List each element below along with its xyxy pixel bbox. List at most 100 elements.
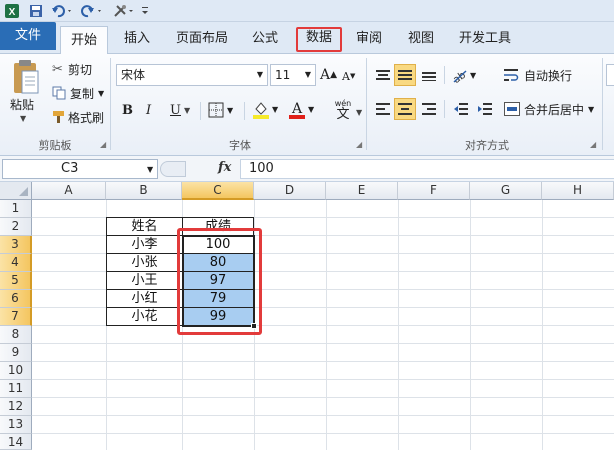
name-box[interactable]: C3 ▼ xyxy=(2,159,158,179)
paste-icon[interactable] xyxy=(6,58,42,98)
row-header-1[interactable]: 1 xyxy=(0,200,32,218)
select-all-corner[interactable] xyxy=(0,182,32,200)
fill-color-button[interactable]: ▼ xyxy=(252,98,278,120)
font-name-dropdown-icon[interactable]: ▼ xyxy=(257,65,263,85)
column-header-h[interactable]: H xyxy=(542,182,614,200)
phonetic-dropdown-icon[interactable]: ▼ xyxy=(356,108,362,117)
insert-function-button[interactable]: fx xyxy=(218,160,231,175)
font-size-select[interactable]: 11 ▼ xyxy=(270,64,316,86)
table-cell-name[interactable]: 小张 xyxy=(107,254,182,272)
wrap-text-button[interactable]: 自动换行 xyxy=(504,66,572,84)
tab-view[interactable]: 视图 xyxy=(400,28,442,50)
font-name-select[interactable]: 宋体 ▼ xyxy=(116,64,268,86)
tab-data[interactable]: 数据 xyxy=(296,27,342,52)
align-right-icon[interactable] xyxy=(420,100,438,118)
bottom-align-icon[interactable] xyxy=(420,66,438,84)
row-header-6[interactable]: 6 xyxy=(0,290,32,308)
top-align-icon[interactable] xyxy=(374,66,392,84)
spreadsheet-grid[interactable]: A B C D E F G H 1 2 3 4 5 6 7 8 9 10 11 … xyxy=(0,182,614,450)
align-left-icon[interactable] xyxy=(374,100,392,118)
font-size-dropdown-icon[interactable]: ▼ xyxy=(305,65,311,85)
row-header-11[interactable]: 11 xyxy=(0,380,32,398)
save-icon[interactable] xyxy=(28,3,44,19)
paste-dropdown-icon[interactable]: ▼ xyxy=(20,114,26,123)
tab-home[interactable]: 开始 xyxy=(60,26,108,55)
undo-icon[interactable] xyxy=(50,3,74,19)
divider xyxy=(244,102,245,120)
column-header-d[interactable]: D xyxy=(254,182,326,200)
clipboard-launcher-icon[interactable]: ◢ xyxy=(100,140,106,149)
column-header-a[interactable]: A xyxy=(32,182,106,200)
formula-input[interactable]: 100 xyxy=(240,159,614,179)
name-box-dropdown-icon[interactable]: ▼ xyxy=(147,161,153,179)
ribbon: 粘贴 ▼ ✂ 剪切 复制 ▼ 格式刷 剪贴板 ◢ 宋体 ▼ 11 ▼ A ▲ A ▼… xyxy=(0,54,614,156)
decrease-indent-icon[interactable] xyxy=(452,100,470,118)
increase-indent-icon[interactable] xyxy=(476,100,494,118)
table-header-name[interactable]: 姓名 xyxy=(107,218,182,236)
gridline xyxy=(32,397,614,398)
border-button[interactable]: ▼ xyxy=(208,100,233,120)
middle-align-icon[interactable] xyxy=(394,64,416,86)
tab-review[interactable]: 审阅 xyxy=(348,28,390,50)
row-header-14[interactable]: 14 xyxy=(0,434,32,450)
redo-icon[interactable] xyxy=(80,3,104,19)
table-cell-name[interactable]: 小花 xyxy=(107,308,182,326)
fill-color-dropdown-icon[interactable]: ▼ xyxy=(272,105,278,114)
excel-icon[interactable]: X xyxy=(4,3,20,19)
underline-dropdown-icon[interactable]: ▼ xyxy=(184,106,190,115)
copy-dropdown-icon[interactable]: ▼ xyxy=(98,89,104,98)
tab-formulas[interactable]: 公式 xyxy=(244,28,286,50)
row-header-3[interactable]: 3 xyxy=(0,236,32,254)
tab-page-layout[interactable]: 页面布局 xyxy=(170,28,234,50)
column-header-e[interactable]: E xyxy=(326,182,398,200)
table-cell-name[interactable]: 小王 xyxy=(107,272,182,290)
copy-button[interactable]: 复制 ▼ xyxy=(52,84,104,102)
column-header-c[interactable]: C xyxy=(182,182,254,200)
merge-dropdown-icon[interactable]: ▼ xyxy=(588,105,594,114)
italic-button[interactable]: I xyxy=(146,100,151,120)
tab-file[interactable]: 文件 xyxy=(0,22,56,50)
bold-button[interactable]: B xyxy=(122,100,133,120)
grow-font-icon[interactable]: A ▲ xyxy=(320,66,337,84)
row-header-7[interactable]: 7 xyxy=(0,308,32,326)
gridline xyxy=(32,361,614,362)
tab-developer[interactable]: 开发工具 xyxy=(452,28,518,50)
alignment-launcher-icon[interactable]: ◢ xyxy=(590,140,596,149)
row-header-10[interactable]: 10 xyxy=(0,362,32,380)
orientation-dropdown-icon[interactable]: ▼ xyxy=(470,71,476,80)
orientation-button[interactable]: ab ▼ xyxy=(450,66,476,84)
format-painter-button[interactable]: 格式刷 xyxy=(52,108,104,126)
tab-insert[interactable]: 插入 xyxy=(116,28,158,50)
table-cell-name[interactable]: 小李 xyxy=(107,236,182,254)
underline-button[interactable]: U xyxy=(170,100,181,120)
shrink-font-icon[interactable]: A ▼ xyxy=(342,68,355,84)
row-header-13[interactable]: 13 xyxy=(0,416,32,434)
font-color-button[interactable]: A ▼ xyxy=(288,98,314,120)
column-header-g[interactable]: G xyxy=(470,182,542,200)
row-header-8[interactable]: 8 xyxy=(0,326,32,344)
number-format-select[interactable] xyxy=(606,64,614,86)
align-center-icon[interactable] xyxy=(394,98,416,120)
font-launcher-icon[interactable]: ◢ xyxy=(356,140,362,149)
column-header-f[interactable]: F xyxy=(398,182,470,200)
table-cell-name[interactable]: 小红 xyxy=(107,290,182,308)
row-header-2[interactable]: 2 xyxy=(0,218,32,236)
divider xyxy=(200,102,201,120)
paste-button[interactable]: 粘贴 xyxy=(10,96,34,112)
border-dropdown-icon[interactable]: ▼ xyxy=(227,106,233,115)
phonetic-guide-button[interactable]: wén 文 xyxy=(330,96,356,124)
row-header-5[interactable]: 5 xyxy=(0,272,32,290)
font-color-dropdown-icon[interactable]: ▼ xyxy=(308,105,314,114)
row-header-9[interactable]: 9 xyxy=(0,344,32,362)
qat-menu-icon[interactable] xyxy=(140,3,150,19)
row-header-4[interactable]: 4 xyxy=(0,254,32,272)
cut-button[interactable]: ✂ 剪切 xyxy=(52,60,92,78)
merge-center-button[interactable]: 合并后居中 ▼ xyxy=(504,100,594,118)
customize-icon[interactable] xyxy=(112,3,136,19)
row-header-12[interactable]: 12 xyxy=(0,398,32,416)
formula-bar: C3 ▼ fx 100 xyxy=(0,156,614,182)
formula-bar-splitter[interactable] xyxy=(160,161,186,177)
column-header-b[interactable]: B xyxy=(106,182,182,200)
svg-text:X: X xyxy=(9,7,16,18)
alignment-group-label: 对齐方式 xyxy=(465,139,509,152)
